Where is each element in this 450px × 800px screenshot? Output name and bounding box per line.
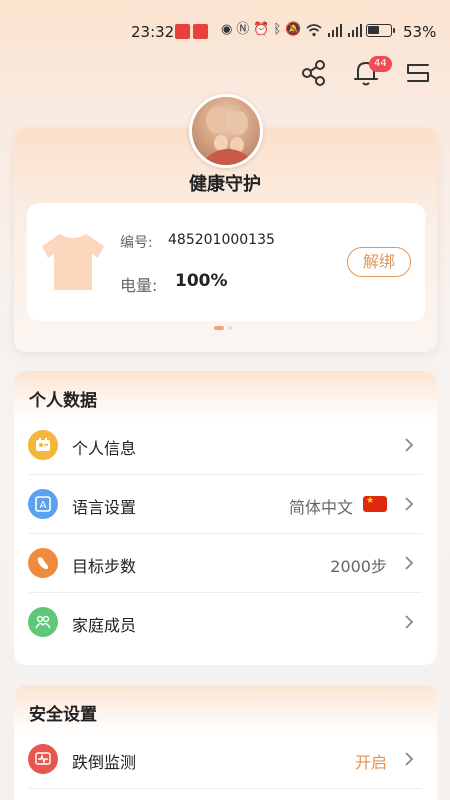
heart-monitor-icon — [28, 744, 58, 774]
power-value: 100% — [175, 271, 228, 291]
carrier-icon — [193, 24, 208, 39]
menu-icon[interactable] — [403, 58, 433, 88]
row-label: 跌倒监测 — [72, 753, 137, 772]
language-value: 简体中文 — [288, 498, 353, 517]
language-icon: A — [28, 489, 58, 519]
chevron-right-icon — [405, 615, 414, 629]
status-time: 23:32 — [131, 23, 175, 41]
mute-icon: 🔕 — [285, 22, 302, 37]
id-card-icon — [28, 430, 58, 460]
nfc-icon: Ⓝ — [236, 22, 250, 37]
svg-text:A: A — [40, 500, 47, 511]
row-step-goal[interactable]: 目标步数 2000步 — [14, 534, 437, 593]
battery-icon — [365, 23, 395, 37]
divider — [29, 788, 422, 789]
serial-value: 485201000135 — [168, 232, 275, 248]
unbind-button[interactable]: 解绑 — [347, 247, 411, 277]
row-family-members[interactable]: 家庭成员 — [14, 593, 437, 652]
carousel-dot-active[interactable] — [214, 326, 224, 330]
carousel-dot[interactable] — [228, 326, 232, 330]
family-icon — [28, 607, 58, 637]
shirt-icon — [42, 234, 104, 290]
status-icons: ◉ Ⓝ ⏰ ᛒ 🔕 — [221, 22, 395, 38]
family-avatar[interactable] — [189, 94, 263, 168]
signal-icon — [347, 23, 362, 37]
bluetooth-icon: ᛒ — [273, 22, 282, 37]
carrier-badges — [175, 24, 208, 39]
alarm-icon: ⏰ — [253, 22, 270, 37]
chevron-right-icon — [405, 556, 414, 570]
share-icon[interactable] — [299, 58, 329, 88]
chevron-right-icon — [405, 752, 414, 766]
row-label: 目标步数 — [72, 557, 137, 576]
avatar-face — [206, 107, 228, 133]
status-bar: 23:32 ◉ Ⓝ ⏰ ᛒ 🔕 53% — [0, 0, 450, 62]
battery-percent: 53% — [403, 23, 437, 41]
row-label: 家庭成员 — [72, 616, 137, 635]
carrier-icon — [175, 24, 190, 39]
serial-label: 编号: — [120, 235, 153, 251]
signal-icon — [327, 23, 342, 37]
section-title: 安全设置 — [29, 705, 97, 725]
avatar-face — [228, 111, 248, 135]
security-section: 安全设置 跌倒监测 开启 — [14, 685, 437, 800]
chevron-right-icon — [405, 497, 414, 511]
power-label: 电量: — [120, 276, 158, 295]
personal-data-section: 个人数据 个人信息 A 语言设置 简体中文 目标步数 2000步 家庭成员 — [14, 371, 437, 665]
row-label: 个人信息 — [72, 439, 137, 458]
row-label: 语言设置 — [72, 498, 137, 517]
section-title: 个人数据 — [29, 391, 97, 411]
chevron-right-icon — [405, 438, 414, 452]
row-fall-detection[interactable]: 跌倒监测 开启 — [14, 730, 437, 789]
wifi-icon — [306, 23, 322, 36]
china-flag-icon — [363, 495, 387, 512]
row-personal-info[interactable]: 个人信息 — [14, 416, 437, 475]
footprint-icon — [28, 548, 58, 578]
eye-icon: ◉ — [221, 22, 233, 37]
carousel-dots[interactable] — [214, 326, 232, 330]
notification-badge: 44 — [369, 56, 392, 72]
battery-fill — [368, 26, 379, 34]
step-goal-value: 2000步 — [330, 557, 387, 576]
row-language[interactable]: A 语言设置 简体中文 — [14, 475, 437, 534]
device-title: 健康守护 — [189, 174, 261, 195]
fall-detection-status: 开启 — [354, 753, 387, 772]
